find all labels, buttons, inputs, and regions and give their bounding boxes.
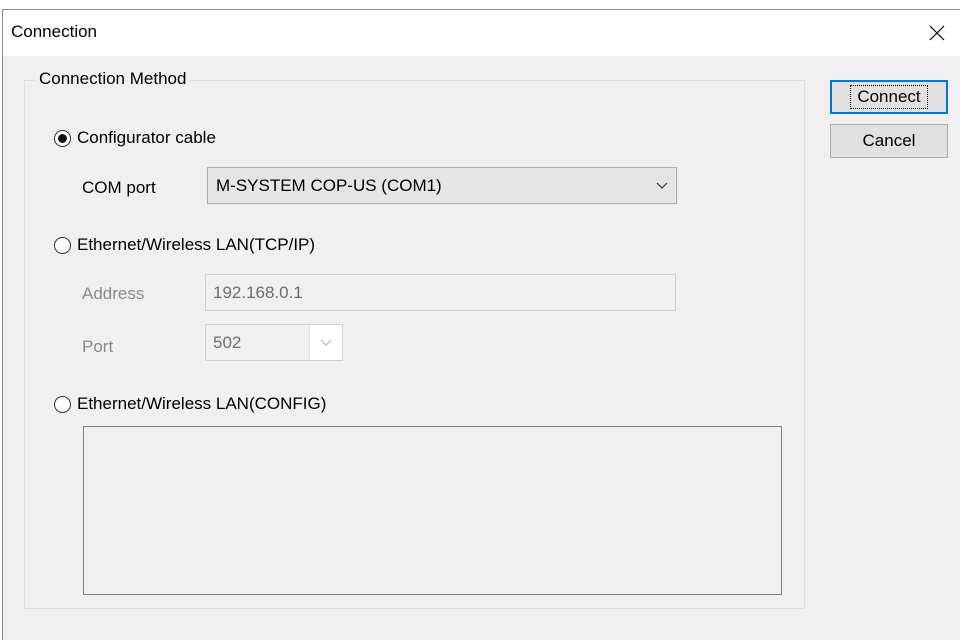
connect-button-label: Connect xyxy=(850,85,928,109)
address-field[interactable]: 192.168.0.1 xyxy=(205,274,676,311)
address-value: 192.168.0.1 xyxy=(213,282,303,302)
com-port-label: COM port xyxy=(82,178,156,197)
background-window xyxy=(0,0,960,9)
port-select[interactable]: 502 xyxy=(205,324,343,361)
port-label: Port xyxy=(82,337,114,356)
connect-button[interactable]: Connect xyxy=(830,80,948,114)
radio-icon xyxy=(54,395,71,413)
config-device-list[interactable] xyxy=(83,426,782,595)
cancel-button-label: Cancel xyxy=(862,131,916,150)
group-label: Connection Method xyxy=(35,69,191,89)
radio-ethernet-tcpip[interactable]: Ethernet/Wireless LAN(TCP/IP) xyxy=(54,235,315,255)
cancel-button[interactable]: Cancel xyxy=(830,124,948,158)
chevron-down-icon xyxy=(648,182,676,190)
radio-configurator-cable[interactable]: Configurator cable xyxy=(54,128,216,148)
port-value: 502 xyxy=(213,332,242,352)
title-bar: Connection xyxy=(3,10,960,56)
radio-icon xyxy=(54,236,71,254)
radio-label-config: Ethernet/Wireless LAN(CONFIG) xyxy=(77,394,327,413)
close-icon xyxy=(929,25,945,41)
radio-label-tcp: Ethernet/Wireless LAN(TCP/IP) xyxy=(77,235,316,254)
dialog-title: Connection xyxy=(11,22,98,41)
radio-icon xyxy=(54,129,71,147)
radio-ethernet-config[interactable]: Ethernet/Wireless LAN(CONFIG) xyxy=(54,394,326,414)
close-button[interactable] xyxy=(914,10,960,56)
radio-label-cable: Configurator cable xyxy=(77,128,216,147)
chevron-down-icon xyxy=(309,325,342,360)
address-label: Address xyxy=(82,284,145,303)
com-port-select[interactable]: M-SYSTEM COP-US (COM1) xyxy=(207,167,677,204)
com-port-value: M-SYSTEM COP-US (COM1) xyxy=(216,175,442,195)
